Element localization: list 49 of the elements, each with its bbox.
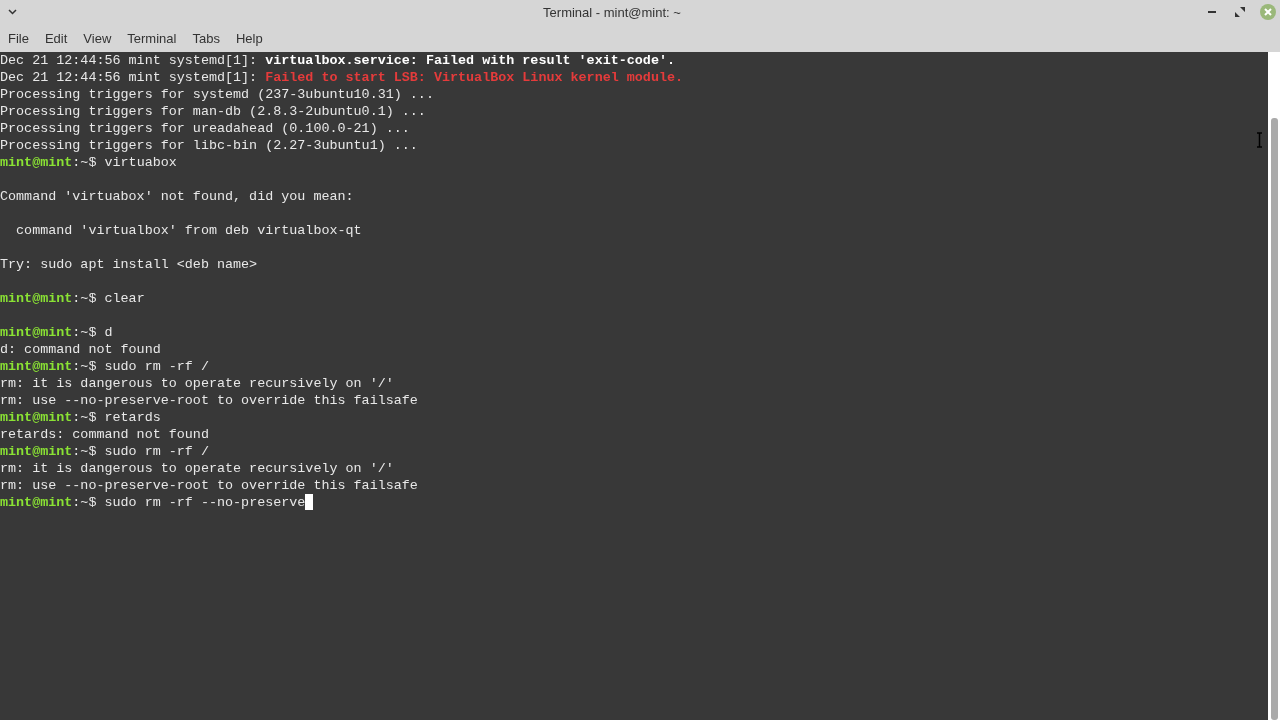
window-menu-icon[interactable] [8, 9, 17, 15]
output-line: Try: sudo apt install <deb name> [0, 256, 258, 273]
log-prefix: Dec 21 12:44:56 mint systemd[1]: [0, 69, 259, 86]
prompt-path: :~$ [72, 409, 98, 426]
window-title: Terminal - mint@mint: ~ [543, 4, 681, 23]
prompt-path: :~$ [72, 358, 98, 375]
output-line: rm: it is dangerous to operate recursively on '/' [0, 375, 394, 392]
output-line: Processing triggers for systemd (237-3ubuntu10.31) ... [0, 86, 434, 103]
output-line: rm: use --no-preserve-root to override this failsafe [0, 477, 418, 494]
output-line: Command 'virtuabox' not found, did you mean: [0, 188, 354, 205]
prompt-user: mint@mint [0, 290, 73, 307]
error-message: Failed to start LSB: VirtualBox Linux kernel module. [265, 69, 684, 86]
output-line: Processing triggers for libc-bin (2.27-3ubuntu1) ... [0, 137, 418, 154]
menu-item[interactable]: Tabs [186, 29, 226, 49]
command-text: sudo rm -rf --no-preserve [104, 494, 306, 511]
prompt-path: :~$ [72, 443, 98, 460]
output-line: retards: command not found [0, 426, 209, 443]
output-line: rm: it is dangerous to operate recursively on '/' [0, 460, 394, 477]
text-cursor-icon [1256, 132, 1263, 148]
minimize-icon[interactable] [1208, 10, 1216, 14]
prompt-user: mint@mint [0, 324, 73, 341]
menu-item[interactable]: Terminal [121, 29, 183, 49]
prompt-path: :~$ [72, 494, 98, 511]
command-text: retards [104, 409, 161, 426]
menu-item[interactable]: Edit [38, 29, 74, 49]
output-line: Processing triggers for ureadahead (0.100.0-21) ... [0, 120, 410, 137]
output-line: d: command not found [0, 341, 161, 358]
log-message: virtualbox.service: Failed with result 'exit-code'. [265, 52, 675, 69]
menu-item[interactable]: Help [229, 29, 269, 49]
command-text: d [104, 324, 113, 341]
prompt-user: mint@mint [0, 443, 73, 460]
command-text: clear [104, 290, 145, 307]
output-line: Processing triggers for man-db (2.8.3-2ubuntu0.1) ... [0, 103, 426, 120]
prompt-path: :~$ [72, 324, 98, 341]
command-text: sudo rm -rf / [104, 358, 209, 375]
maximize-icon[interactable] [1235, 7, 1245, 17]
prompt-user: mint@mint [0, 154, 73, 171]
command-text: virtuabox [104, 154, 177, 171]
output-line: command 'virtualbox' from deb virtualbox-qt [15, 222, 362, 239]
menu-item[interactable]: View [77, 29, 118, 49]
prompt-path: :~$ [72, 290, 98, 307]
menu-item[interactable]: File [2, 29, 35, 49]
output-line: rm: use --no-preserve-root to override this failsafe [0, 392, 418, 409]
prompt-user: mint@mint [0, 494, 73, 511]
prompt-user: mint@mint [0, 409, 73, 426]
command-text: sudo rm -rf / [104, 443, 209, 460]
prompt-user: mint@mint [0, 358, 73, 375]
prompt-path: :~$ [72, 154, 98, 171]
log-prefix: Dec 21 12:44:56 mint systemd[1]: [0, 52, 259, 69]
